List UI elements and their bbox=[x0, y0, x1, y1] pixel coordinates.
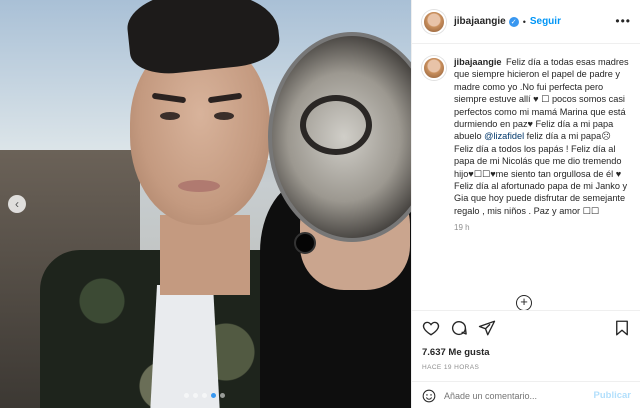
load-more-comments-icon[interactable]: + bbox=[516, 295, 532, 311]
heart-icon[interactable] bbox=[422, 319, 440, 337]
photo-eye-left bbox=[160, 112, 180, 120]
post-time-ago[interactable]: HACE 19 HORAS bbox=[422, 364, 479, 371]
photo-lips bbox=[178, 180, 220, 192]
carousel-dot bbox=[193, 393, 198, 398]
emoji-icon[interactable] bbox=[422, 389, 436, 403]
previous-slide-icon[interactable]: ‹ bbox=[8, 195, 26, 213]
avatar[interactable] bbox=[422, 9, 446, 34]
instagram-post-window: ‹ jibajaangie ✓ • Seguir ••• jibajaangie… bbox=[0, 0, 640, 408]
mention-link[interactable]: @lizafidel bbox=[484, 131, 524, 141]
carousel-dots bbox=[184, 393, 225, 398]
carousel-dot-active bbox=[211, 393, 216, 398]
carousel-dot bbox=[184, 393, 189, 398]
bookmark-icon[interactable] bbox=[613, 319, 631, 337]
comments-section: jibajaangie Feliz día a todas esas madre… bbox=[422, 56, 634, 296]
post-side-panel: jibajaangie ✓ • Seguir ••• jibajaangie F… bbox=[411, 0, 640, 408]
comment-icon[interactable] bbox=[450, 319, 468, 337]
post-header: jibajaangie ✓ • Seguir ••• bbox=[412, 0, 640, 44]
comment-input[interactable] bbox=[444, 390, 594, 401]
action-icons bbox=[422, 319, 496, 337]
likes-count[interactable]: 7.637 Me gusta bbox=[422, 347, 490, 358]
verified-badge-icon: ✓ bbox=[508, 16, 519, 27]
caption-timestamp: 19 h bbox=[454, 223, 470, 233]
follow-button[interactable]: Seguir bbox=[530, 16, 561, 27]
caption-body: jibajaangie Feliz día a todas esas madre… bbox=[454, 56, 632, 217]
carousel-dot bbox=[202, 393, 207, 398]
photo-neck bbox=[160, 215, 250, 295]
photo-earring bbox=[294, 232, 316, 254]
photo-white-shirt bbox=[150, 285, 220, 408]
publish-button[interactable]: Publicar bbox=[594, 390, 632, 401]
caption-text-part2: feliz día a mi papa☹ Feliz día a todos l… bbox=[454, 131, 628, 216]
more-options-icon[interactable]: ••• bbox=[615, 14, 631, 28]
caption: jibajaangie Feliz día a todas esas madre… bbox=[422, 56, 634, 217]
caption-avatar[interactable] bbox=[422, 56, 446, 80]
post-actions: 7.637 Me gusta HACE 19 HORAS Publicar bbox=[412, 310, 640, 408]
share-icon[interactable] bbox=[478, 319, 496, 337]
caption-text-part1: Feliz día a todas esas madres que siempr… bbox=[454, 57, 629, 142]
separator-dot: • bbox=[522, 16, 526, 27]
username-link[interactable]: jibajaangie bbox=[454, 16, 506, 27]
post-photo[interactable]: ‹ bbox=[0, 0, 411, 408]
photo-reflection-wheel bbox=[300, 95, 372, 155]
caption-username-link[interactable]: jibajaangie bbox=[454, 57, 502, 67]
photo-eye-right bbox=[214, 112, 234, 120]
add-comment-bar: Publicar bbox=[412, 381, 640, 409]
carousel-dot bbox=[220, 393, 225, 398]
